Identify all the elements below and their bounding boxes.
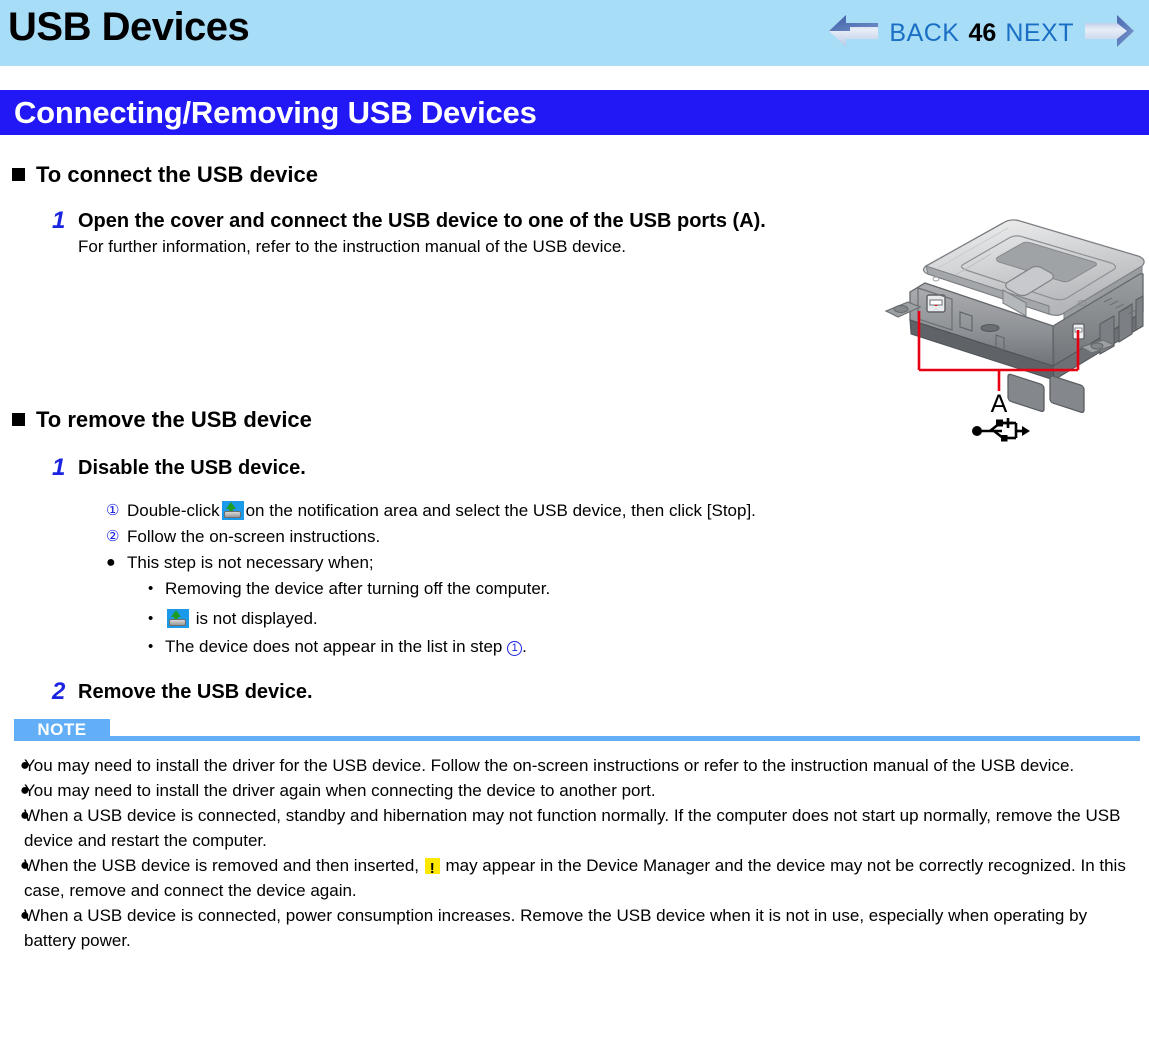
round-bullet-icon: ●: [20, 782, 30, 799]
condition-text-after: .: [522, 637, 527, 656]
square-bullet-icon: [12, 413, 25, 426]
back-button-label[interactable]: BACK: [889, 20, 959, 46]
remove-step-2: 2 Remove the USB device.: [44, 678, 1149, 706]
note-item-text: When a USB device is connected, power co…: [24, 906, 1088, 950]
condition-text-after: is not displayed.: [195, 609, 318, 628]
list-item: ● When a USB device is connected, power …: [0, 903, 1149, 953]
heading-to-connect-label: To connect the USB device: [36, 162, 318, 187]
circled-number-2: ②: [106, 528, 120, 545]
substep-text-before: Double-click: [127, 501, 220, 520]
warning-exclamation-icon: [424, 856, 440, 881]
page-header: USB Devices BACK 46 NEXT: [0, 0, 1149, 66]
list-item: • The device does not appear in the list…: [148, 634, 1149, 660]
condition-text: The device does not appear in the list i…: [165, 634, 527, 660]
usb-symbol-icon: [972, 418, 1030, 442]
page-navigation: BACK 46 NEXT: [828, 12, 1135, 54]
safely-remove-hardware-icon: [167, 609, 189, 628]
step-title: Open the cover and connect the USB devic…: [78, 210, 766, 232]
circled-number-1: ①: [106, 502, 120, 519]
condition-text-before: The device does not appear in the list i…: [165, 637, 503, 656]
list-item: ● When a USB device is connected, standb…: [0, 803, 1149, 853]
heading-to-connect: To connect the USB device: [12, 162, 1149, 188]
round-bullet-icon: ●: [20, 757, 30, 774]
dot-bullet-icon: •: [148, 610, 154, 627]
step-number: 1: [52, 207, 66, 234]
round-bullet-icon: ●: [20, 907, 30, 924]
list-item: ② Follow the on-screen instructions.: [106, 524, 1149, 550]
section-banner-title: Connecting/Removing USB Devices: [14, 94, 537, 130]
step-number: 2: [52, 678, 66, 705]
list-item: ● When the USB device is removed and the…: [0, 853, 1149, 903]
arrow-right-icon[interactable]: [1083, 14, 1135, 53]
note-list: ● You may need to install the driver for…: [0, 753, 1149, 953]
step-number: 1: [52, 454, 66, 481]
list-item: ● You may need to install the driver for…: [0, 753, 1149, 778]
list-item: • is not displayed.: [148, 606, 1149, 632]
list-item: ① Double-click on the notification area a…: [106, 498, 1149, 524]
usb-port-illustration: A: [868, 204, 1149, 444]
circled-number-reference: 1: [507, 641, 523, 656]
safely-remove-hardware-icon: [221, 501, 244, 520]
substep-text: Double-click on the notification area and…: [127, 498, 756, 524]
note-item-text: When the USB device is removed and then …: [24, 853, 1149, 903]
list-item: ● You may need to install the driver aga…: [0, 778, 1149, 803]
note-badge: NOTE: [14, 719, 110, 741]
arrow-left-icon[interactable]: [828, 14, 880, 53]
section-banner: Connecting/Removing USB Devices: [0, 90, 1149, 135]
callout-label-a: A: [991, 390, 1008, 418]
list-item: • Removing the device after turning off …: [148, 576, 1149, 602]
next-button-label[interactable]: NEXT: [1005, 20, 1074, 46]
condition-intro: This step is not necessary when;: [127, 553, 374, 572]
condition-list: • Removing the device after turning off …: [148, 576, 1149, 660]
condition-text: Removing the device after turning off th…: [165, 579, 551, 598]
note-text-before: When the USB device is removed and then …: [24, 856, 419, 875]
note-divider: [110, 736, 1140, 741]
condition-text: is not displayed.: [165, 606, 318, 632]
step-title: Disable the USB device.: [78, 457, 306, 479]
round-bullet-icon: ●: [20, 857, 30, 874]
note-item-text: You may need to install the driver again…: [24, 781, 656, 800]
page-title: USB Devices: [8, 5, 250, 49]
dot-bullet-icon: •: [148, 638, 154, 655]
note-item-text: You may need to install the driver for t…: [24, 756, 1075, 775]
round-bullet-icon: ●: [20, 807, 30, 824]
heading-to-remove-label: To remove the USB device: [36, 407, 312, 432]
note-item-text: When a USB device is connected, standby …: [24, 806, 1121, 850]
remove-substeps: ① Double-click on the notification area a…: [106, 498, 1149, 660]
substep-text: Follow the on-screen instructions.: [127, 527, 381, 546]
dot-bullet-icon: •: [148, 580, 154, 597]
note-header: NOTE: [0, 719, 1149, 741]
round-bullet-icon: ●: [106, 554, 116, 571]
step-title: Remove the USB device.: [78, 681, 313, 703]
substep-text-after: on the notification area and select the …: [245, 501, 756, 520]
page-number: 46: [968, 18, 997, 47]
remove-step-1: 1 Disable the USB device.: [44, 454, 1149, 482]
list-item: ● This step is not necessary when;: [106, 550, 1149, 576]
square-bullet-icon: [12, 168, 25, 181]
